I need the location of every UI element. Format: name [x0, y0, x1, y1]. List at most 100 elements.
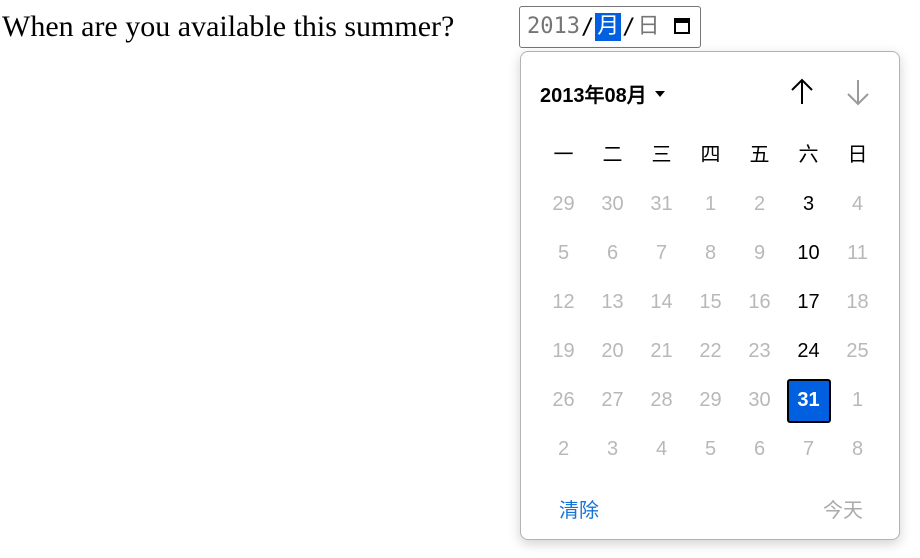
day-number: 31	[786, 378, 831, 423]
day-number: 30	[748, 389, 771, 411]
weekday-label: 三	[651, 144, 672, 166]
day-number: 29	[552, 193, 575, 215]
day-cell: 3	[588, 425, 637, 474]
day-cell: 30	[735, 376, 784, 425]
day-cell: 16	[735, 278, 784, 327]
date-separator: /	[622, 14, 636, 40]
day-number: 1	[704, 193, 717, 215]
day-cell: 2	[539, 425, 588, 474]
day-number: 24	[797, 340, 820, 362]
day-cell: 18	[833, 278, 882, 327]
day-cell-selected[interactable]: 31	[784, 376, 833, 425]
day-number: 8	[851, 438, 864, 460]
day-cell: 4	[637, 425, 686, 474]
day-cell: 26	[539, 376, 588, 425]
day-number: 3	[802, 193, 815, 215]
day-number: 14	[650, 291, 673, 313]
day-cell: 29	[686, 376, 735, 425]
day-cell: 13	[588, 278, 637, 327]
day-cell: 30	[588, 180, 637, 229]
day-number: 8	[704, 242, 717, 264]
day-number: 25	[846, 340, 869, 362]
day-number: 26	[552, 389, 575, 411]
day-number: 28	[650, 389, 673, 411]
day-cell: 1	[686, 180, 735, 229]
day-number: 2	[557, 438, 570, 460]
month-year-selector[interactable]: 2013年08月	[540, 79, 665, 108]
day-cell[interactable]: 3	[784, 180, 833, 229]
day-number: 7	[655, 242, 668, 264]
date-year-segment[interactable]: 2013	[527, 13, 580, 41]
day-cell[interactable]: 10	[784, 229, 833, 278]
day-number: 6	[606, 242, 619, 264]
day-cell: 19	[539, 327, 588, 376]
month-year-label: 2013年08月	[540, 85, 647, 107]
day-number: 9	[753, 242, 766, 264]
calendar-icon[interactable]	[673, 17, 691, 35]
day-cell: 11	[833, 229, 882, 278]
day-cell: 6	[735, 425, 784, 474]
day-cell: 23	[735, 327, 784, 376]
day-cell: 12	[539, 278, 588, 327]
day-number: 1	[851, 389, 864, 411]
day-number: 4	[851, 193, 864, 215]
day-number: 22	[699, 340, 722, 362]
day-number: 11	[847, 242, 868, 264]
day-cell: 29	[539, 180, 588, 229]
arrow-down-icon[interactable]	[842, 76, 874, 108]
day-cell: 27	[588, 376, 637, 425]
day-cell: 8	[833, 425, 882, 474]
day-cell[interactable]: 24	[784, 327, 833, 376]
today-button[interactable]: 今天	[823, 494, 863, 523]
day-number: 20	[601, 340, 624, 362]
day-number: 6	[753, 438, 766, 460]
day-number: 17	[797, 291, 820, 313]
day-number: 16	[748, 291, 771, 313]
day-number: 5	[704, 438, 717, 460]
weekday-header: 一 二 三 四 五 六 日	[539, 141, 882, 169]
day-cell: 31	[637, 180, 686, 229]
day-cell[interactable]: 17	[784, 278, 833, 327]
day-cell: 5	[686, 425, 735, 474]
day-number: 7	[802, 438, 815, 460]
weekday-label: 二	[602, 144, 623, 166]
day-number: 10	[797, 242, 820, 264]
day-number: 21	[650, 340, 673, 362]
day-number: 18	[846, 291, 869, 313]
day-cell: 22	[686, 327, 735, 376]
question-label: When are you available this summer?	[2, 10, 455, 43]
day-cell: 6	[588, 229, 637, 278]
day-number: 15	[699, 291, 722, 313]
weekday-label: 六	[798, 144, 819, 166]
day-number: 23	[748, 340, 771, 362]
day-number: 13	[601, 291, 624, 313]
day-cell: 8	[686, 229, 735, 278]
caret-down-icon	[654, 90, 665, 97]
day-cell: 2	[735, 180, 784, 229]
day-grid: 29 30 31 1 2 3 4 5 6 7 8 9 10 11 12 13 14 15 16 17 18 19 20 21 2…	[539, 180, 882, 474]
date-separator: /	[580, 14, 595, 40]
day-number: 3	[606, 438, 619, 460]
day-number: 30	[601, 193, 624, 215]
date-day-segment[interactable]: 日	[637, 13, 660, 41]
date-month-segment[interactable]: 月	[595, 13, 622, 41]
day-number: 4	[655, 438, 668, 460]
day-cell: 21	[637, 327, 686, 376]
weekday-label: 日	[847, 144, 868, 166]
arrow-up-icon[interactable]	[786, 76, 818, 108]
day-number: 27	[601, 389, 624, 411]
day-number: 5	[557, 242, 570, 264]
day-cell: 4	[833, 180, 882, 229]
weekday-label: 一	[553, 144, 574, 166]
day-cell: 14	[637, 278, 686, 327]
weekday-label: 五	[749, 144, 770, 166]
weekday-label: 四	[700, 144, 721, 166]
day-number: 19	[552, 340, 575, 362]
day-cell: 15	[686, 278, 735, 327]
date-picker-popup: 2013年08月 一 二 三 四 五 六 日 29 30 31 1 2 3 4 5 6 7 8 9 10…	[520, 51, 900, 540]
date-input[interactable]: 2013 / 月 / 日	[519, 6, 701, 48]
day-cell: 7	[637, 229, 686, 278]
clear-button[interactable]: 清除	[559, 494, 599, 523]
day-cell: 25	[833, 327, 882, 376]
day-cell: 5	[539, 229, 588, 278]
